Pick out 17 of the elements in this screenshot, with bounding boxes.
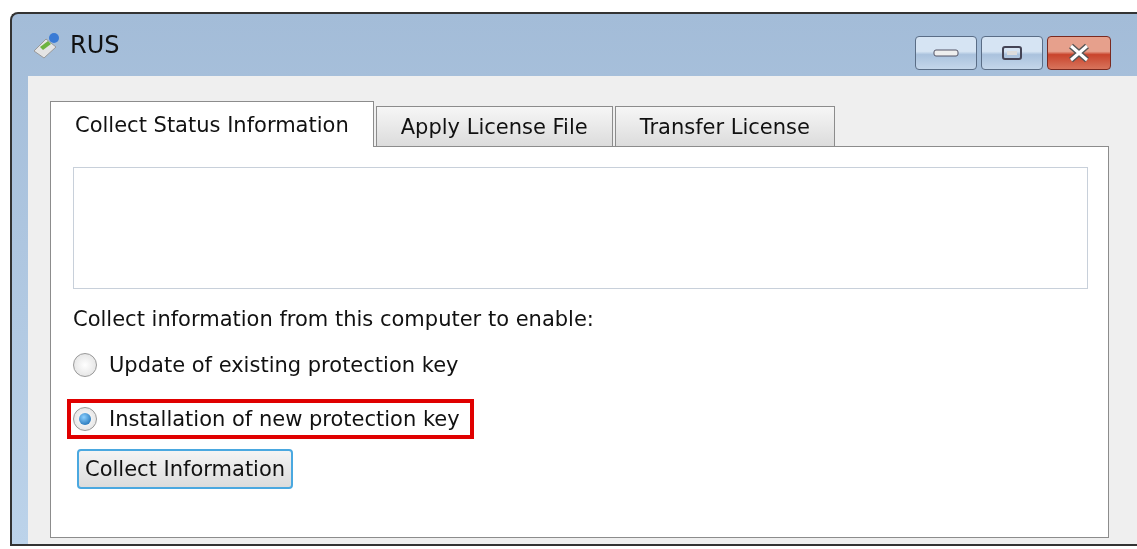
close-button[interactable] [1047,36,1111,70]
maximize-button[interactable] [981,36,1043,70]
tab[interactable]: Apply License File [375,106,613,146]
prompt-label: Collect information from this computer to enable: [73,307,594,331]
radio-label[interactable]: Update of existing protection key [109,353,459,377]
radio-label[interactable]: Installation of new protection key [109,407,460,431]
radio-button[interactable] [73,353,97,377]
window-title: RUS [70,31,120,59]
radio-button[interactable] [73,407,97,431]
tab[interactable]: Transfer License [614,106,835,146]
collect-button[interactable]: Collect Information [77,449,294,489]
minimize-icon [933,49,959,57]
minimize-button[interactable] [915,36,977,70]
key-card-icon [32,31,62,59]
maximize-icon [1001,45,1023,61]
close-icon [1067,43,1091,63]
tab[interactable]: Collect Status Information [50,101,374,147]
